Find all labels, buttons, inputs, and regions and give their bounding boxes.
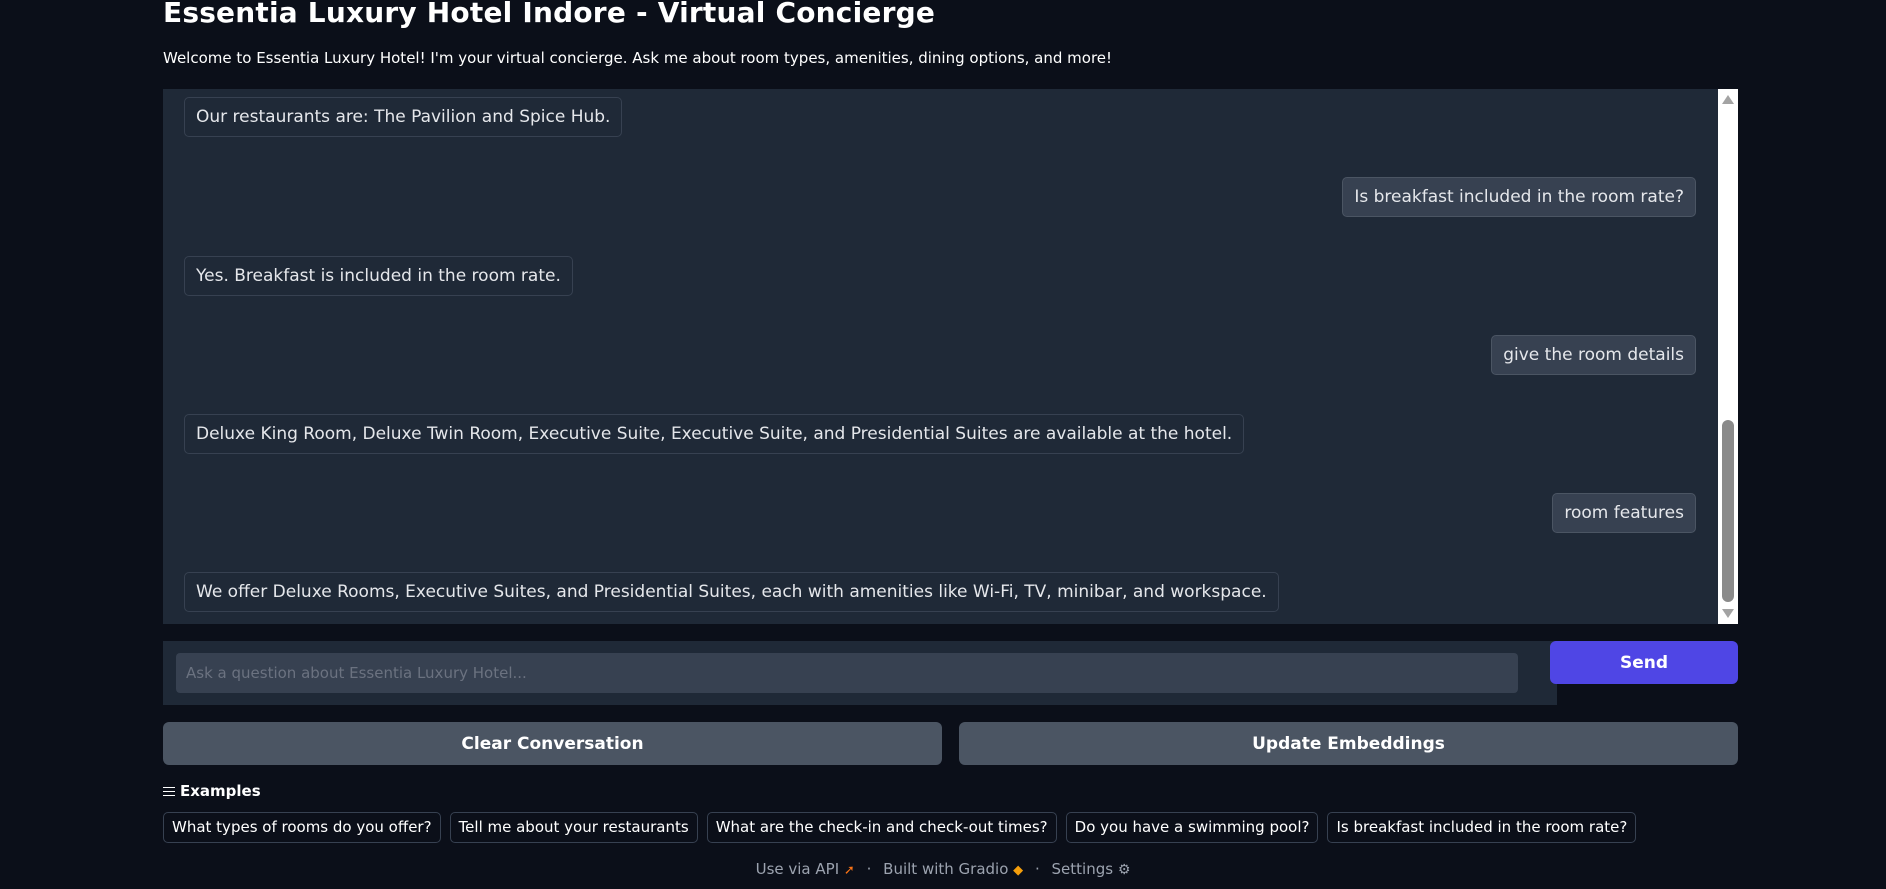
scrollbar-thumb[interactable] [1722,420,1734,602]
bot-message: Deluxe King Room, Deluxe Twin Room, Exec… [184,414,1245,454]
examples-list: What types of rooms do you offer? Tell m… [163,812,1637,843]
footer-separator: · [1034,860,1040,878]
bot-message: We offer Deluxe Rooms, Executive Suites,… [184,572,1279,612]
example-chip[interactable]: Do you have a swimming pool? [1065,812,1319,843]
settings-link-label: Settings [1051,860,1114,878]
chatbot-panel[interactable]: Our restaurants are: The Pavilion and Sp… [163,89,1738,624]
gradio-logo-icon: ◆ [1013,863,1024,878]
example-chip[interactable]: Tell me about your restaurants [449,812,698,843]
use-via-api-link[interactable]: Use via API ➚ [756,860,855,878]
gradio-link-label: Built with Gradio [883,860,1009,878]
list-icon [163,786,175,797]
clear-conversation-button[interactable]: Clear Conversation [163,722,942,765]
example-chip[interactable]: What are the check-in and check-out time… [706,812,1057,843]
bot-message: Our restaurants are: The Pavilion and Sp… [184,97,623,137]
message-input-container [163,641,1557,705]
bot-message: Yes. Breakfast is included in the room r… [184,256,573,296]
settings-link[interactable]: Settings ⚙ [1052,860,1131,878]
examples-label: Examples [180,782,261,800]
chat-scrollbar[interactable] [1718,89,1738,624]
rocket-icon: ➚ [843,863,855,878]
page-title: Essentia Luxury Hotel Indore - Virtual C… [163,0,936,29]
scroll-down-icon[interactable] [1722,609,1734,618]
example-chip[interactable]: What types of rooms do you offer? [163,812,441,843]
built-with-gradio-link[interactable]: Built with Gradio ◆ [883,860,1023,878]
send-button[interactable]: Send [1550,641,1738,684]
footer-separator: · [866,860,872,878]
user-message: give the room details [1491,335,1696,375]
page-subtitle: Welcome to Essentia Luxury Hotel! I'm yo… [163,49,1113,67]
api-link-label: Use via API [755,860,840,878]
footer: Use via API ➚ · Built with Gradio ◆ · Se… [0,860,1886,878]
user-message: Is breakfast included in the room rate? [1342,177,1696,217]
example-chip[interactable]: Is breakfast included in the room rate? [1327,812,1637,843]
user-message: room features [1552,493,1696,533]
scroll-up-icon[interactable] [1722,95,1734,104]
gear-icon: ⚙ [1117,862,1131,878]
examples-header: Examples [163,782,261,800]
message-input[interactable] [176,653,1518,693]
update-embeddings-button[interactable]: Update Embeddings [959,722,1738,765]
